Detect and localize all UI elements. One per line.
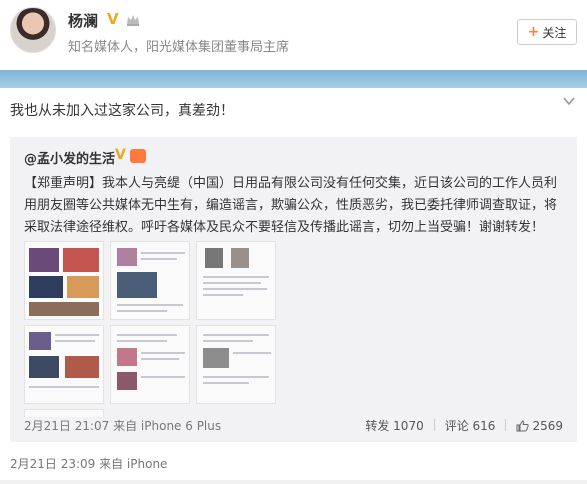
image-thumbnail[interactable] bbox=[196, 241, 276, 320]
author-title: 知名媒体人，阳光媒体集团董事局主席 bbox=[68, 40, 290, 55]
verified-v-icon: V bbox=[107, 10, 119, 28]
repost-card: @孟小发的生活 V 【郑重声明】我本人与亮缇（中国）日用品有限公司没有任何交集，… bbox=[10, 137, 577, 442]
like-count: 2569 bbox=[532, 418, 563, 433]
repost-time[interactable]: 2月21日 21:07 来自 iPhone 6 Plus bbox=[24, 417, 221, 434]
verified-v-icon: V bbox=[115, 147, 126, 163]
image-thumbnail[interactable] bbox=[24, 409, 104, 417]
repost-actions: 转发 1070 评论 616 2569 bbox=[365, 417, 563, 434]
header-divider bbox=[0, 70, 587, 88]
image-thumbnail[interactable] bbox=[110, 325, 190, 404]
comment-button[interactable]: 评论 616 bbox=[445, 417, 496, 434]
divider bbox=[433, 419, 435, 431]
follow-button[interactable]: + 关注 bbox=[517, 19, 577, 45]
follow-label: 关注 bbox=[542, 25, 567, 40]
author-name[interactable]: 杨澜 bbox=[68, 10, 98, 31]
profile-header: 杨澜 V 知名媒体人，阳光媒体集团董事局主席 + 关注 bbox=[0, 0, 587, 70]
repost-body: 【郑重声明】我本人与亮缇（中国）日用品有限公司没有任何交集，近日该公司的工作人员… bbox=[24, 176, 558, 235]
image-thumbnail[interactable] bbox=[110, 241, 190, 320]
crown-icon bbox=[127, 15, 139, 26]
image-thumbnail[interactable] bbox=[24, 241, 104, 320]
image-thumbnail[interactable] bbox=[196, 325, 276, 404]
avatar[interactable] bbox=[10, 7, 56, 53]
repost-author[interactable]: @孟小发的生活 bbox=[24, 148, 115, 167]
like-button[interactable]: 2569 bbox=[516, 417, 563, 434]
thumb-up-icon bbox=[516, 419, 530, 431]
chevron-down-icon[interactable] bbox=[562, 94, 576, 108]
image-thumbnail[interactable] bbox=[24, 325, 104, 404]
repost-button[interactable]: 转发 1070 bbox=[365, 417, 423, 434]
member-badge-icon bbox=[130, 149, 146, 163]
plus-icon: + bbox=[527, 24, 540, 40]
divider bbox=[505, 419, 507, 431]
post-time[interactable]: 2月21日 23:09 来自 iPhone bbox=[10, 455, 167, 472]
footer-divider bbox=[0, 480, 587, 484]
post-text: 我也从未加入过这家公司，真差劲！ bbox=[10, 103, 234, 119]
